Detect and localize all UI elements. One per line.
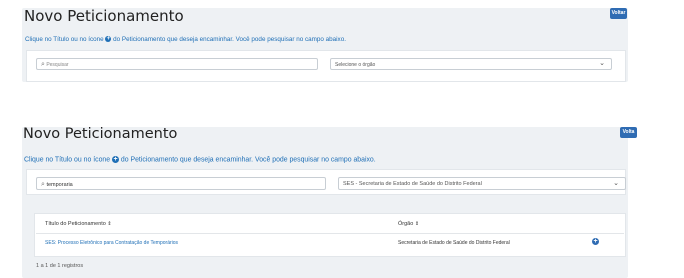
search-value: temporaria xyxy=(46,182,73,188)
column-header-orgao[interactable]: Órgão ⇕ xyxy=(398,221,419,227)
search-placeholder: Pesquisar xyxy=(46,62,69,68)
table-cell-orgao: Secretaria de Estado de Saúde do Distrit… xyxy=(398,240,510,246)
instruction-text: Clique no Título ou no ícone + do Petici… xyxy=(25,36,346,43)
pagination-info: 1 a 1 de 1 registros xyxy=(36,263,84,269)
search-input[interactable]: ⌕ Pesquisar xyxy=(36,58,318,70)
chevron-down-icon: ⌄ xyxy=(599,60,605,67)
voltar-button[interactable]: Voltar xyxy=(610,8,627,19)
plus-icon: + xyxy=(112,156,119,163)
plus-icon[interactable]: + xyxy=(592,238,599,245)
instruction-text: Clique no Título ou no ícone + do Petici… xyxy=(24,156,376,164)
sort-icon: ⇕ xyxy=(107,221,112,227)
chevron-down-icon: ⌄ xyxy=(613,180,619,187)
voltar-button[interactable]: Volta xyxy=(620,127,637,138)
page-title: Novo Peticionamento xyxy=(23,126,178,142)
orgao-select-value: Selecione o órgão xyxy=(335,62,376,68)
orgao-select[interactable]: Selecione o órgão ⌄ xyxy=(330,58,612,70)
search-icon: ⌕ xyxy=(41,61,45,68)
plus-icon: + xyxy=(105,36,112,43)
search-icon: ⌕ xyxy=(41,181,45,188)
sort-icon: ⇕ xyxy=(414,221,420,227)
orgao-select[interactable]: SES - Secretaria de Estado de Saúde do D… xyxy=(338,177,626,190)
peticionamento-link[interactable]: SES: Processo Eletrônico para Contrataçã… xyxy=(45,240,178,246)
table-divider xyxy=(36,233,624,234)
column-header-titulo[interactable]: Título do Peticionamento ⇕ xyxy=(45,221,112,227)
search-input[interactable]: ⌕ temporaria xyxy=(36,177,326,190)
page-title: Novo Peticionamento xyxy=(24,7,184,25)
orgao-select-value: SES - Secretaria de Estado de Saúde do D… xyxy=(343,181,482,187)
results-table xyxy=(34,213,626,257)
